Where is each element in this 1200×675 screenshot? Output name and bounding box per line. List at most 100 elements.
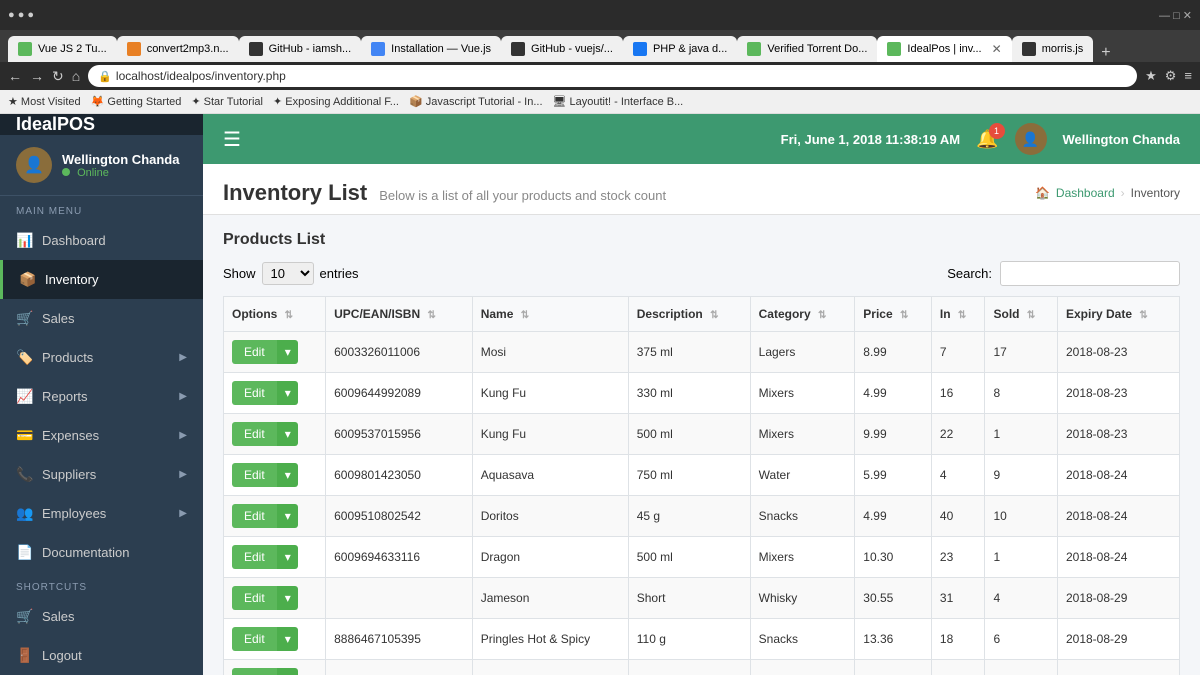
edit-button[interactable]: Edit	[232, 422, 277, 446]
cell-name: Kung Fu	[472, 373, 628, 414]
edit-button[interactable]: Edit	[232, 668, 277, 675]
table-row: Edit ▾ 6009537015956 Kung Fu 500 ml Mixe…	[224, 414, 1180, 455]
menu-icon[interactable]: ≡	[1184, 68, 1192, 84]
edit-button[interactable]: Edit	[232, 627, 277, 651]
sidebar-item-suppliers[interactable]: 📞 Suppliers ▶	[0, 455, 203, 494]
sort-icon[interactable]: ⇅	[285, 310, 293, 321]
table-row: Edit ▾ Jameson 750 ml Whisky 249.99 45 5…	[224, 660, 1180, 675]
sidebar-item-employees[interactable]: 👥 Employees ▶	[0, 494, 203, 533]
tab-vuejs[interactable]: Vue JS 2 Tu...	[8, 36, 117, 62]
cell-in: 18	[931, 619, 985, 660]
most-visited-bookmark[interactable]: ★ Most Visited	[8, 95, 81, 108]
sort-icon[interactable]: ⇅	[1027, 310, 1035, 321]
tab-php-java[interactable]: PHP & java d...	[623, 36, 737, 62]
star-tutorial-bookmark[interactable]: ✦ Star Tutorial	[191, 95, 263, 108]
navbar-user-avatar: 👤	[1015, 123, 1047, 155]
tab-label: Installation — Vue.js	[391, 43, 491, 55]
sidebar: IdealPOS 👤 Wellington Chanda Online MAIN…	[0, 114, 203, 675]
edit-btn-group: Edit ▾	[232, 422, 317, 446]
getting-started-bookmark[interactable]: 🦊 Getting Started	[91, 95, 182, 108]
back-button[interactable]: ←	[8, 68, 22, 84]
edit-button[interactable]: Edit	[232, 504, 277, 528]
home-button[interactable]: ⌂	[72, 68, 80, 84]
sort-icon[interactable]: ⇅	[521, 310, 529, 321]
inventory-icon: 📦	[19, 271, 35, 288]
search-input[interactable]	[1000, 261, 1180, 286]
sidebar-item-reports[interactable]: 📈 Reports ▶	[0, 377, 203, 416]
edit-dropdown-button[interactable]: ▾	[277, 545, 298, 569]
edit-button[interactable]: Edit	[232, 586, 277, 610]
sort-icon[interactable]: ⇅	[958, 310, 966, 321]
sidebar-item-label: Inventory	[45, 272, 98, 287]
tab-convert2mp3[interactable]: convert2mp3.n...	[117, 36, 239, 62]
tab-torrent[interactable]: Verified Torrent Do...	[737, 36, 877, 62]
cell-description: 750 ml	[628, 455, 750, 496]
edit-dropdown-button[interactable]: ▾	[277, 668, 298, 675]
entries-select[interactable]: 10 25 50 100	[262, 262, 314, 285]
notification-button[interactable]: 🔔 1	[976, 129, 998, 150]
sort-icon[interactable]: ⇅	[710, 310, 718, 321]
refresh-button[interactable]: ↻	[52, 68, 64, 85]
cell-expiry: 2018-08-23	[1057, 414, 1179, 455]
tab-close-icon[interactable]: ✕	[992, 42, 1002, 56]
page-title: Inventory List	[223, 180, 367, 206]
sort-icon[interactable]: ⇅	[427, 310, 435, 321]
sidebar-item-inventory[interactable]: 📦 Inventory	[0, 260, 203, 299]
sidebar-item-documentation[interactable]: 📄 Documentation	[0, 533, 203, 572]
cell-in: 16	[931, 373, 985, 414]
sidebar-item-products[interactable]: 🏷️ Products ▶	[0, 338, 203, 377]
tab-idealpos[interactable]: IdealPos | inv... ✕	[877, 36, 1011, 62]
sidebar-item-sales[interactable]: 🛒 Sales	[0, 299, 203, 338]
edit-dropdown-button[interactable]: ▾	[277, 586, 298, 610]
forward-button[interactable]: →	[30, 68, 44, 84]
tab-vuejs-install[interactable]: Installation — Vue.js	[361, 36, 501, 62]
tab-morrisjs[interactable]: morris.js	[1012, 36, 1094, 62]
edit-button[interactable]: Edit	[232, 381, 277, 405]
extensions-icon[interactable]: ⚙	[1165, 68, 1177, 84]
home-icon: 🏠	[1035, 186, 1050, 200]
cell-expiry: 2018-08-29	[1057, 660, 1179, 675]
sidebar-item-label: Expenses	[42, 428, 99, 443]
tab-label: Vue JS 2 Tu...	[38, 43, 107, 55]
browser-window-controls: — □ ✕	[1159, 9, 1192, 22]
edit-dropdown-button[interactable]: ▾	[277, 340, 298, 364]
shortcut-sales-icon: 🛒	[16, 608, 32, 625]
shortcut-sales-label: Sales	[42, 609, 75, 624]
sidebar-item-dashboard[interactable]: 📊 Dashboard	[0, 221, 203, 260]
edit-btn-group: Edit ▾	[232, 340, 317, 364]
tab-github-vuejs[interactable]: GitHub - vuejs/...	[501, 36, 623, 62]
tab-favicon	[127, 42, 141, 56]
layoutit-bookmark[interactable]: 🖥 Layoutit! - Interface B...	[553, 95, 684, 108]
sidebar-shortcut-sales[interactable]: 🛒 Sales	[0, 597, 203, 636]
edit-dropdown-button[interactable]: ▾	[277, 463, 298, 487]
tab-github-iamsh[interactable]: GitHub - iamsh...	[239, 36, 362, 62]
javascript-tutorial-bookmark[interactable]: 📦 Javascript Tutorial - In...	[409, 95, 543, 108]
edit-dropdown-button[interactable]: ▾	[277, 381, 298, 405]
sort-icon[interactable]: ⇅	[818, 310, 826, 321]
breadcrumb-dashboard[interactable]: Dashboard	[1056, 186, 1115, 200]
table-header-row: Options ⇅ UPC/EAN/ISBN ⇅ Name ⇅ Descript…	[224, 297, 1180, 332]
sort-icon[interactable]: ⇅	[900, 310, 908, 321]
sort-icon[interactable]: ⇅	[1139, 310, 1147, 321]
edit-button[interactable]: Edit	[232, 463, 277, 487]
new-tab-button[interactable]: +	[1101, 44, 1110, 62]
edit-dropdown-button[interactable]: ▾	[277, 627, 298, 651]
cell-in: 40	[931, 496, 985, 537]
cell-sold: 10	[985, 496, 1058, 537]
sidebar-shortcut-logout[interactable]: 🚪 Logout	[0, 636, 203, 675]
bookmark-icon[interactable]: ★	[1145, 68, 1157, 84]
employees-icon: 👥	[16, 505, 32, 522]
edit-dropdown-button[interactable]: ▾	[277, 422, 298, 446]
exposing-bookmark[interactable]: ✦ Exposing Additional F...	[273, 95, 399, 108]
sidebar-item-label: Products	[42, 350, 93, 365]
section-title: Products List	[223, 231, 1180, 249]
chevron-right-icon: ▶	[179, 469, 187, 480]
products-icon: 🏷️	[16, 349, 32, 366]
edit-button[interactable]: Edit	[232, 340, 277, 364]
cell-options: Edit ▾	[224, 619, 326, 660]
sidebar-item-expenses[interactable]: 💳 Expenses ▶	[0, 416, 203, 455]
url-bar[interactable]: 🔒 localhost/idealpos/inventory.php	[88, 65, 1137, 87]
edit-button[interactable]: Edit	[232, 545, 277, 569]
edit-dropdown-button[interactable]: ▾	[277, 504, 298, 528]
hamburger-button[interactable]: ☰	[223, 127, 241, 152]
